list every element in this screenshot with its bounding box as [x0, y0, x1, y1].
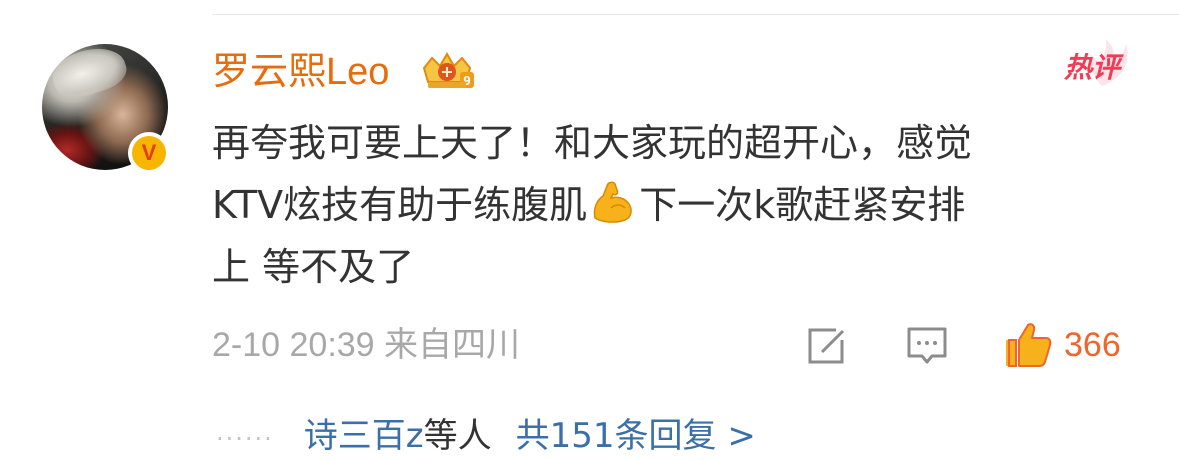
repost-icon[interactable]	[806, 326, 846, 366]
divider	[212, 14, 1179, 15]
comment-card: V 罗云熙Leo 9 热评 再夸我可要上天了！和大家玩的超开心，感觉 KTV炫技…	[0, 0, 1179, 461]
thumbs-up-icon	[1006, 323, 1052, 367]
comment-line-1: 再夸我可要上天了！和大家玩的超开心，感觉	[212, 121, 973, 165]
flexed-biceps-icon	[593, 181, 633, 223]
replies-dots: ......	[216, 418, 274, 446]
view-all-replies-link[interactable]: 共151条回复 >	[516, 408, 756, 457]
comment-meta: 2-10 20:39 来自四川	[212, 323, 520, 367]
crown-member-icon[interactable]: 9	[418, 50, 476, 94]
comment-line-2-text: KTV炫技有助于练腹肌	[212, 183, 588, 227]
like-button[interactable]: 366	[1004, 320, 1121, 370]
comment-icon[interactable]	[906, 326, 948, 366]
hot-comment-badge: 热评	[1062, 40, 1142, 90]
comment-location: 来自四川	[384, 325, 521, 365]
comment-line-2: KTV炫技有助于练腹肌 下一次k歌赶紧安排	[212, 174, 1132, 236]
username[interactable]: 罗云熙Leo	[212, 49, 389, 95]
avatar-image-detail	[47, 44, 131, 105]
reply-user-link[interactable]: 诗三百z	[304, 408, 424, 457]
verified-badge-icon: V	[128, 132, 170, 174]
comment-line-3: 上 等不及了	[212, 245, 415, 289]
like-count: 366	[1064, 325, 1121, 364]
reply-suffix: 等人	[423, 415, 492, 456]
replies-summary[interactable]: ...... 诗三百z 等人 共151条回复 >	[216, 408, 756, 456]
hot-label: 热评	[1064, 51, 1121, 84]
verified-badge-label: V	[141, 140, 157, 165]
comment-text: 再夸我可要上天了！和大家玩的超开心，感觉 KTV炫技有助于练腹肌 下一次k歌赶紧…	[212, 112, 1132, 298]
comment-time: 2-10 20:39	[212, 326, 375, 364]
comment-line-2-tail: 下一次k歌赶紧安排	[639, 183, 966, 227]
